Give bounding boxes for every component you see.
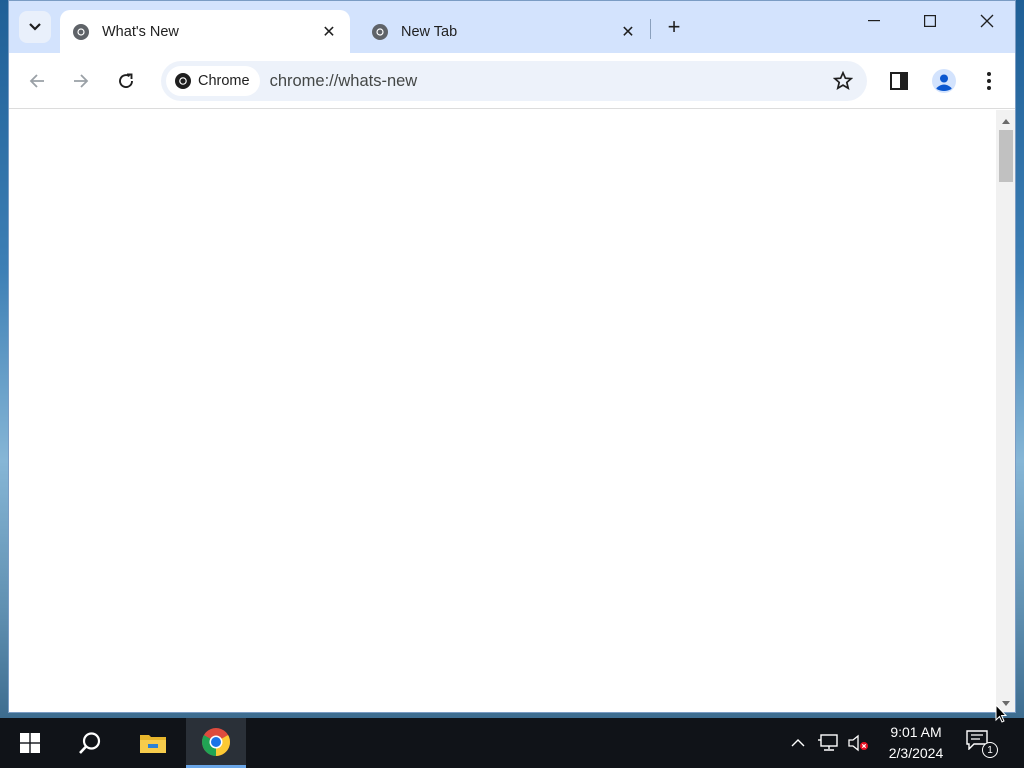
menu-button[interactable] [973,65,1005,97]
minimize-button[interactable] [851,6,897,36]
clock-time: 9:01 AM [890,724,942,740]
scroll-thumb[interactable] [999,130,1013,182]
tab-close-button[interactable]: ✕ [619,23,637,41]
tab-title: What's New [102,23,179,40]
tab-whats-new[interactable]: What's New ✕ [60,10,350,53]
chrome-icon [202,727,230,756]
profile-button[interactable] [928,65,960,97]
new-tab-button[interactable]: + [660,13,688,41]
start-button[interactable] [0,718,60,768]
taskbar-clock[interactable]: 9:01 AM 2/3/2024 [878,722,954,764]
tab-title: New Tab [401,23,458,40]
close-window-button[interactable] [964,6,1010,36]
chevron-up-icon [791,739,805,747]
windows-taskbar: 9:01 AM 2/3/2024 1 [0,718,1024,768]
volume-button[interactable] [846,732,870,754]
tab-strip: What's New ✕ New Tab ✕ + [9,1,1015,53]
chrome-favicon-icon [73,23,89,40]
network-button[interactable] [817,732,841,754]
url-text[interactable]: chrome://whats-new [270,72,827,91]
maximize-icon [924,15,936,27]
file-explorer-icon [140,735,166,753]
action-center-button[interactable]: 1 [966,730,998,758]
search-button[interactable] [60,718,120,768]
reload-button[interactable] [110,65,142,97]
maximize-button[interactable] [907,6,953,36]
network-monitor-icon [818,734,838,751]
chrome-favicon-icon [372,23,388,40]
reload-icon [119,73,133,88]
chevron-down-icon [29,23,41,31]
arrow-left-icon [29,74,44,88]
search-icon [79,732,101,754]
chrome-logo-icon [175,73,191,89]
site-chip-label: Chrome [198,73,250,89]
scroll-up-button[interactable] [996,114,1015,128]
windows-start-icon [20,733,40,753]
side-panel-button[interactable] [883,65,915,97]
chrome-taskbar-button[interactable] [186,718,246,768]
star-icon [833,71,853,90]
show-hidden-icons-button[interactable] [788,732,808,754]
bookmark-star-button[interactable] [827,65,859,97]
back-button[interactable] [21,65,53,97]
site-info-chip[interactable]: Chrome [166,66,260,96]
arrow-right-icon [74,74,89,88]
tab-new-tab[interactable]: New Tab ✕ [359,10,649,53]
tab-search-button[interactable] [19,11,51,43]
side-panel-icon [890,72,908,90]
forward-button[interactable] [65,65,97,97]
profile-avatar-icon [932,69,956,93]
tab-close-button[interactable]: ✕ [320,23,338,41]
close-icon [980,14,994,28]
clock-date: 2/3/2024 [888,745,944,761]
address-bar[interactable]: Chrome chrome://whats-new [161,61,867,101]
file-explorer-button[interactable] [123,718,183,768]
minimize-icon [868,20,880,22]
vertical-scrollbar[interactable] [996,110,1015,712]
volume-muted-icon [848,734,868,752]
page-content [9,110,996,712]
notification-badge: 1 [982,742,998,758]
browser-toolbar: Chrome chrome://whats-new [9,53,1015,109]
more-vert-icon [987,72,991,90]
tab-separator [650,19,651,39]
mouse-cursor-icon [995,704,1007,723]
browser-window: What's New ✕ New Tab ✕ + Chrome chrome:/… [8,0,1016,713]
triangle-up-icon [1002,118,1010,124]
